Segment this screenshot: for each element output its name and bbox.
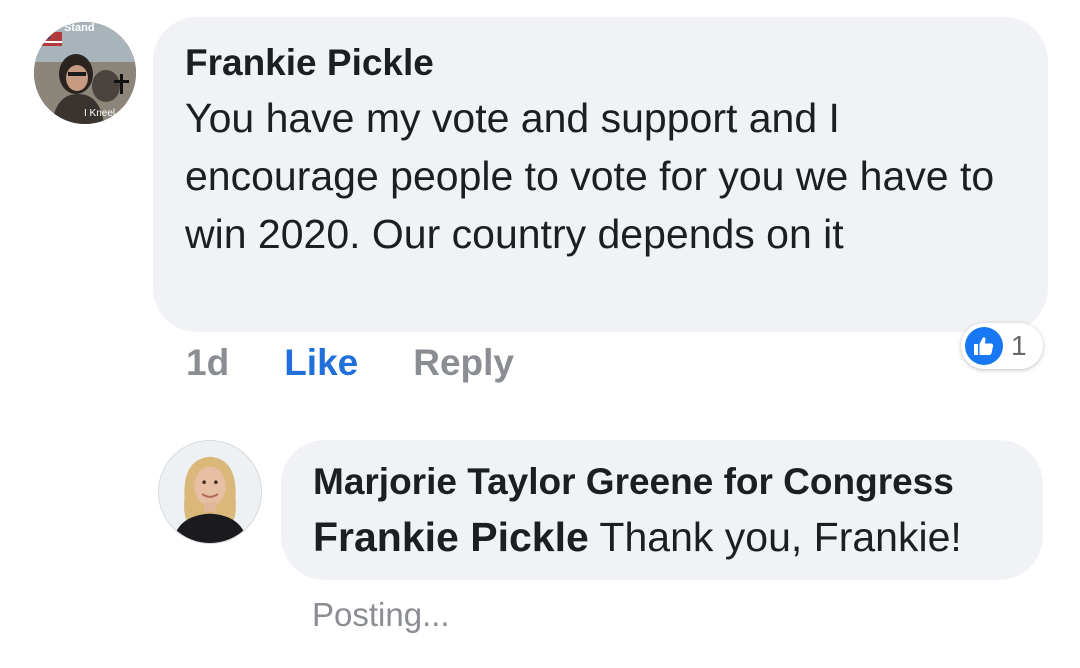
reply-bubble: Marjorie Taylor Greene for Congress Fran… <box>281 440 1043 580</box>
comment-timestamp[interactable]: 1d <box>186 342 229 384</box>
comment-text: You have my vote and support and I encou… <box>185 95 995 257</box>
comment-author-name[interactable]: Frankie Pickle <box>185 41 1016 85</box>
reply-text-line: Frankie Pickle Thank you, Frankie! <box>313 508 1011 566</box>
avatar-overlay-text-top: Stand <box>64 22 95 34</box>
reaction-count: 1 <box>1011 330 1027 361</box>
reply-author-name[interactable]: Marjorie Taylor Greene for Congress <box>313 460 1011 504</box>
user-avatar-photo: Stand I Kneel <box>34 22 136 124</box>
reply-author-avatar[interactable] <box>158 440 262 544</box>
avatar-overlay-text-bottom: I Kneel <box>84 108 115 119</box>
comment-bubble: Frankie Pickle You have my vote and supp… <box>153 17 1048 332</box>
posting-status: Posting... <box>312 596 450 633</box>
reply-button[interactable]: Reply <box>413 342 514 384</box>
thumbs-up-icon <box>965 327 1003 365</box>
reply-text: Thank you, Frankie! <box>588 514 962 560</box>
page-avatar-photo <box>159 441 261 543</box>
comment-actions: 1d Like Reply <box>186 338 514 388</box>
reply-mention[interactable]: Frankie Pickle <box>313 514 589 560</box>
commenter-avatar[interactable]: Stand I Kneel <box>34 22 136 124</box>
like-button[interactable]: Like <box>284 342 358 384</box>
reaction-summary[interactable]: 1 <box>961 323 1043 369</box>
